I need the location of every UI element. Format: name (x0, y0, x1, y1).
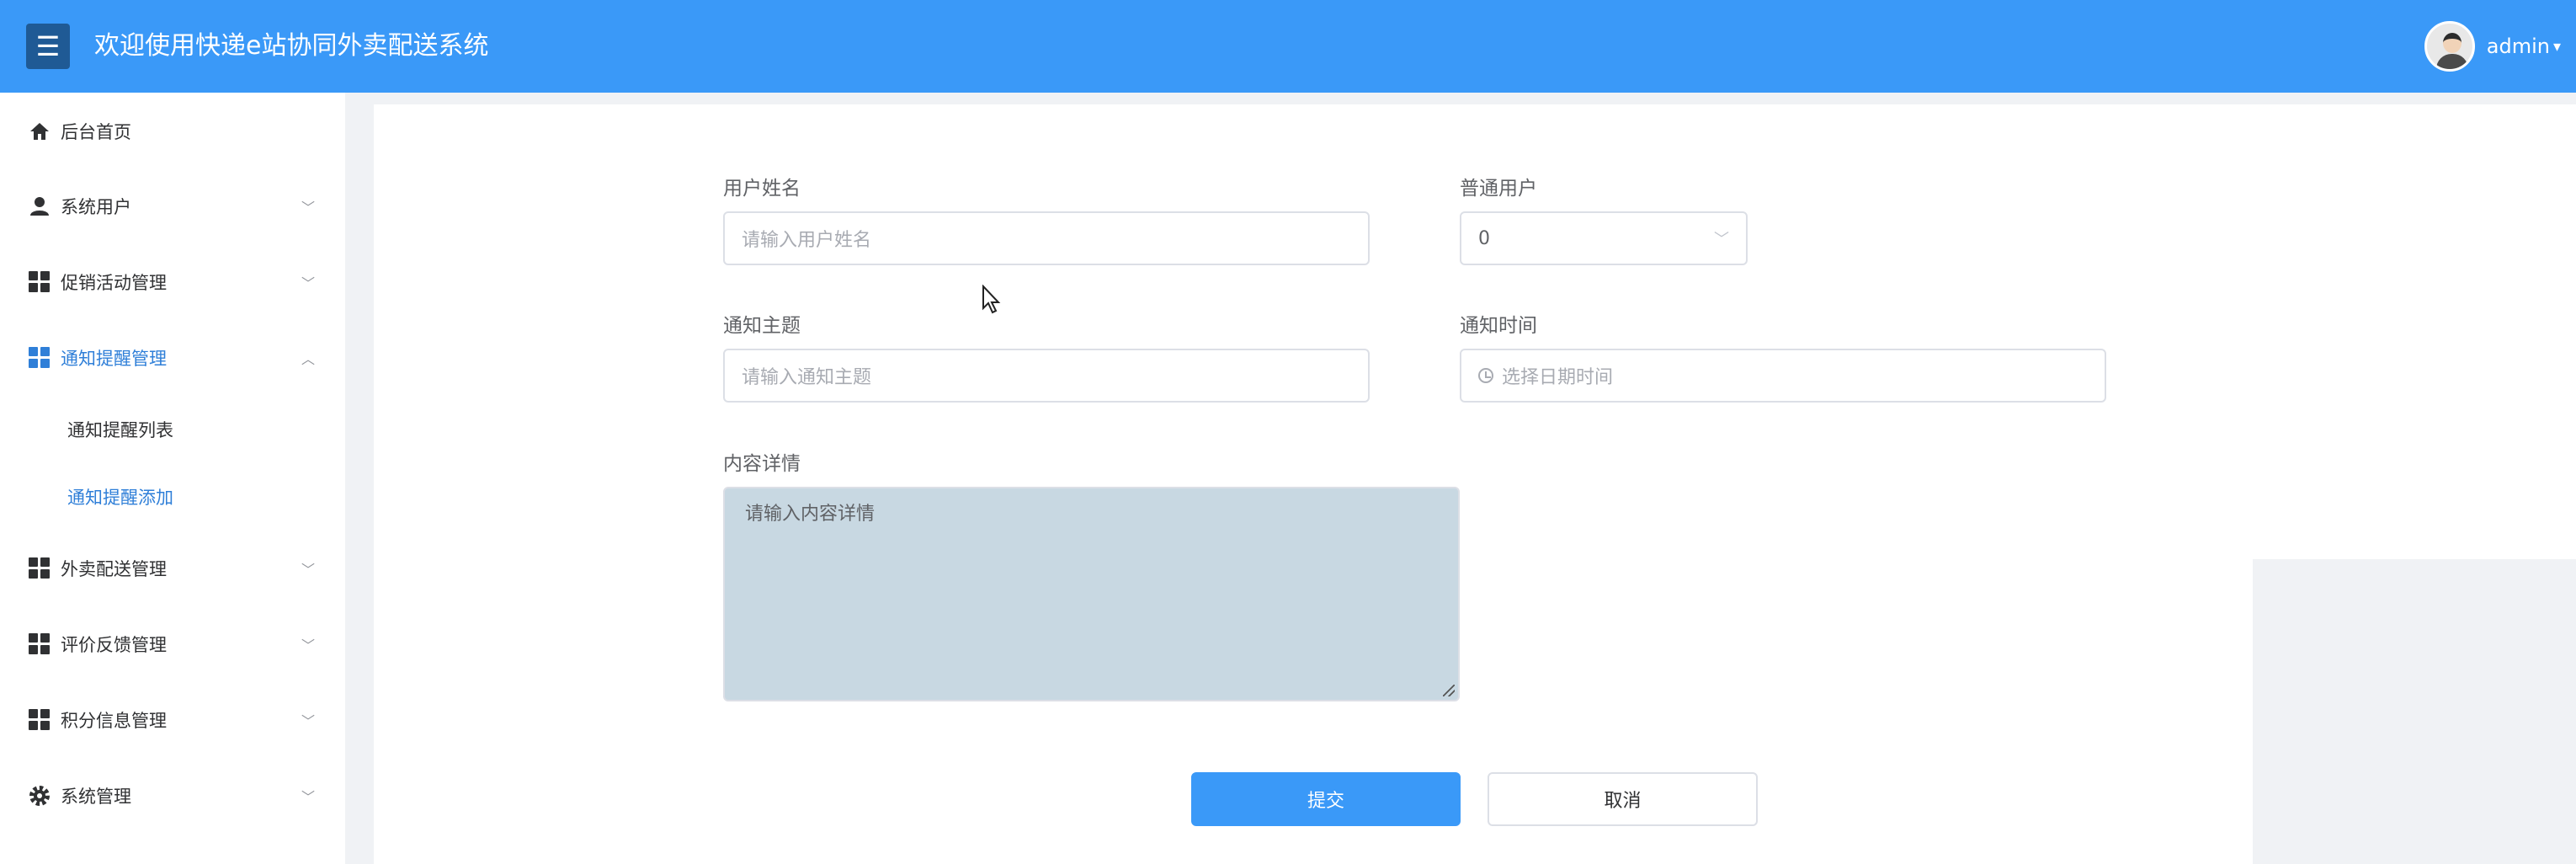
hamburger-icon[interactable]: ☰ (26, 24, 70, 69)
grid-icon (29, 347, 51, 369)
sidebar-item-home[interactable]: 后台首页 (0, 93, 345, 169)
grid-icon (29, 557, 51, 579)
username-placeholder: 请输入用户姓名 (742, 230, 872, 251)
submit-button[interactable]: 提交 (1191, 772, 1461, 826)
subject-label: 通知主题 (723, 315, 801, 337)
sidebar-subitem-notification-list[interactable]: 通知提醒列表 (0, 396, 345, 463)
usertype-value: 0 (1478, 227, 1490, 249)
content-textarea[interactable]: 请输入内容详情 (723, 487, 1460, 701)
grid-icon (29, 271, 51, 293)
home-icon (29, 120, 51, 142)
chevron-down-icon: ﹀ (301, 637, 316, 653)
sidebar-item-system-settings[interactable]: 系统管理 ﹀ (0, 758, 345, 834)
content-placeholder: 请输入内容详情 (745, 504, 876, 525)
sidebar-item-label: 系统用户 (61, 197, 131, 217)
subject-input[interactable]: 请输入通知主题 (723, 349, 1370, 403)
username-label: 用户姓名 (723, 178, 801, 200)
sidebar-item-label: 通知提醒管理 (61, 349, 167, 369)
top-header: ☰ 欢迎使用快递e站协同外卖配送系统 admin ▾ (0, 0, 2576, 93)
chevron-down-icon: ﹀ (301, 562, 316, 578)
sidebar-subitem-label: 通知提醒列表 (67, 420, 173, 440)
sidebar-item-label: 评价反馈管理 (61, 635, 167, 655)
content-label: 内容详情 (723, 453, 801, 475)
sidebar: 后台首页 系统用户 ﹀ 促销活动管理 ﹀ 通知提醒管理 ︿ 通知提醒列表 通知提… (0, 93, 345, 864)
sidebar-item-label: 促销活动管理 (61, 273, 167, 293)
subject-placeholder: 请输入通知主题 (742, 367, 872, 388)
sidebar-item-promotions[interactable]: 促销活动管理 ﹀ (0, 244, 345, 320)
mouse-cursor-icon (982, 285, 1001, 314)
chevron-down-icon[interactable]: ▾ (2553, 38, 2561, 56)
sidebar-item-system-users[interactable]: 系统用户 ﹀ (0, 168, 345, 244)
user-icon (29, 195, 51, 217)
username[interactable]: admin (2487, 35, 2550, 58)
chevron-up-icon: ︿ (301, 351, 316, 367)
datetime-picker[interactable]: 选择日期时间 (1460, 349, 2106, 403)
sidebar-item-delivery[interactable]: 外卖配送管理 ﹀ (0, 531, 345, 606)
cancel-button[interactable]: 取消 (1488, 772, 1758, 826)
sidebar-item-label: 积分信息管理 (61, 711, 167, 731)
sidebar-item-notifications[interactable]: 通知提醒管理 ︿ (0, 320, 345, 396)
time-placeholder: 选择日期时间 (1502, 367, 1614, 388)
grid-icon (29, 633, 51, 655)
sidebar-subitem-notification-add[interactable]: 通知提醒添加 (0, 463, 345, 531)
user-menu[interactable]: admin ▾ (2424, 20, 2561, 72)
background-block (2253, 559, 2576, 864)
app-title: 欢迎使用快递e站协同外卖配送系统 (94, 31, 489, 61)
resize-handle-icon[interactable] (1443, 685, 1455, 696)
grid-icon (29, 709, 51, 731)
sidebar-item-label: 后台首页 (61, 122, 131, 142)
chevron-down-icon: ﹀ (301, 275, 316, 291)
sidebar-subitem-label: 通知提醒添加 (67, 488, 173, 508)
chevron-down-icon: ﹀ (301, 789, 316, 805)
clock-icon (1478, 368, 1493, 383)
sidebar-item-feedback[interactable]: 评价反馈管理 ﹀ (0, 606, 345, 682)
avatar[interactable] (2424, 21, 2475, 72)
sidebar-item-label: 外卖配送管理 (61, 559, 167, 579)
username-input[interactable]: 请输入用户姓名 (723, 211, 1370, 265)
chevron-down-icon: ﹀ (301, 200, 316, 216)
chevron-down-icon: ﹀ (1714, 231, 1729, 248)
sidebar-item-label: 系统管理 (61, 787, 131, 807)
chevron-down-icon: ﹀ (301, 713, 316, 729)
gear-icon (29, 785, 51, 807)
sidebar-item-points[interactable]: 积分信息管理 ﹀ (0, 682, 345, 758)
usertype-label: 普通用户 (1460, 178, 1537, 200)
usertype-select[interactable]: 0 ﹀ (1460, 211, 1748, 265)
time-label: 通知时间 (1460, 315, 1537, 337)
